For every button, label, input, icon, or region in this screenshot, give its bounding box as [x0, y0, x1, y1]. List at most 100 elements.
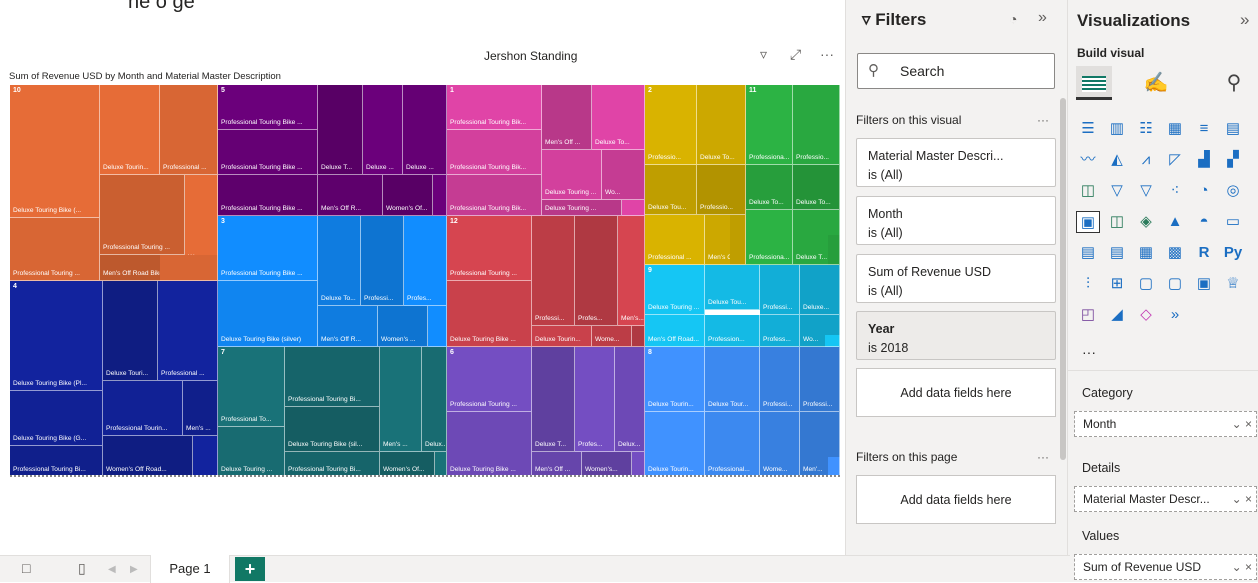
filter-card-year[interactable]: Year is 2018 — [856, 311, 1056, 360]
treemap-tile[interactable]: Deluxe Tourin... — [645, 412, 705, 475]
treemap-tile[interactable]: Deluxe Touring ... — [645, 265, 705, 315]
python-icon[interactable]: Py — [1221, 242, 1245, 264]
focus-mode-icon[interactable]: ⤢ — [790, 46, 801, 63]
treemap-tile[interactable]: Deluxe Tour... — [705, 347, 760, 412]
100-bar-icon[interactable]: ≡ — [1192, 118, 1216, 140]
treemap-tile[interactable]: Delux... — [615, 347, 645, 452]
treemap-tile[interactable] — [622, 200, 645, 216]
table-icon[interactable]: ▦ — [1134, 242, 1158, 264]
filter-card-material[interactable]: Material Master Descri... is (All) — [856, 138, 1056, 187]
treemap-tile[interactable]: Professiona... — [746, 210, 793, 265]
treemap-tile[interactable]: Men's Off R... — [318, 175, 383, 216]
treemap-tile[interactable]: Professional ... — [158, 281, 218, 381]
map-icon[interactable]: ◫ — [1076, 180, 1100, 202]
treemap-tile[interactable]: Professio... — [645, 85, 697, 165]
matrix-icon[interactable]: ▩ — [1163, 242, 1187, 264]
treemap-tile[interactable]: Women's... — [582, 452, 632, 475]
treemap-tile[interactable]: Deluxe Touring Bike (... — [10, 85, 100, 218]
build-visual-icon[interactable] — [1076, 66, 1112, 100]
treemap-tile[interactable] — [632, 326, 645, 347]
treemap-tile[interactable] — [433, 175, 447, 216]
key-influencers-icon[interactable]: ⫶ — [1076, 273, 1100, 295]
treemap-chart[interactable]: Deluxe Touring Bike (... Professional Tou… — [10, 85, 840, 477]
line-column-icon[interactable]: ▞ — [1221, 149, 1245, 171]
filter-search-input[interactable]: ⚲ Search — [857, 53, 1055, 89]
filter-card-revenue[interactable]: Sum of Revenue USD is (All) — [856, 254, 1056, 303]
slicer-icon[interactable]: ▤ — [1105, 242, 1129, 264]
goals-icon[interactable]: ♕ — [1221, 273, 1245, 295]
treemap-tile[interactable]: Professional Touring Bike ... — [218, 175, 318, 216]
treemap-tile[interactable]: Deluxe Tourin... — [100, 85, 160, 175]
treemap-tile[interactable]: Professional Touring Bi... — [10, 446, 103, 475]
filled-map-icon[interactable]: ◈ — [1134, 211, 1158, 233]
add-visual-filter-dropzone[interactable]: Add data fields here — [856, 368, 1056, 417]
bar-icon[interactable]: ☰ — [1076, 118, 1100, 140]
more-visuals-icon[interactable]: ··· — [1082, 344, 1096, 360]
treemap-tile[interactable]: Professional ... — [645, 215, 705, 265]
collapse-filters-icon[interactable]: » — [1038, 9, 1047, 27]
treemap-tile[interactable]: Deluxe Touring Bike (Pl... — [10, 281, 103, 391]
filter-icon[interactable]: ▽ — [1134, 180, 1158, 202]
treemap-tile[interactable]: Professional Touring Bike ... — [218, 216, 318, 281]
treemap-tile[interactable]: Men's Off ... — [532, 452, 582, 475]
treemap-tile[interactable]: Women's ... — [378, 306, 428, 347]
treemap-tile[interactable]: Profess... — [760, 315, 800, 347]
treemap-tile[interactable]: Women's Of... — [383, 175, 433, 216]
treemap-tile[interactable] — [193, 436, 218, 475]
stacked-bar-icon[interactable]: ☷ — [1134, 118, 1158, 140]
treemap-tile[interactable]: Women's Of... — [380, 452, 435, 475]
page-tab-1[interactable]: Page 1 — [150, 555, 230, 583]
treemap-tile[interactable]: Profes... — [575, 347, 615, 452]
treemap-tile[interactable]: Professional Touring ... — [100, 175, 185, 255]
treemap-tile[interactable]: Deluxe To... — [697, 85, 746, 165]
treemap-tile[interactable]: Deluxe To... — [793, 165, 840, 210]
treemap-tile[interactable] — [828, 457, 840, 475]
treemap-tile[interactable]: Professional Touring Bi... — [285, 347, 380, 407]
treemap-tile[interactable]: Deluxe Tourin... — [645, 347, 705, 412]
area-icon[interactable]: ◭ — [1105, 149, 1129, 171]
treemap-tile[interactable]: Professional Touring ... — [10, 218, 100, 281]
treemap-tile[interactable]: Professi... — [532, 216, 575, 326]
map-icon[interactable]: ◫ — [1105, 211, 1129, 233]
treemap-tile[interactable]: Wom... — [185, 175, 218, 265]
treemap-tile[interactable]: Professional Touring Bik... — [447, 130, 542, 175]
filter-icon[interactable]: ▿ — [760, 46, 767, 63]
treemap-tile[interactable] — [828, 235, 840, 265]
treemap-tile[interactable]: Deluxe Touring ... — [218, 427, 285, 475]
treemap-tile[interactable]: Profes... — [404, 216, 447, 306]
treemap-tile[interactable]: Deluxe ... — [363, 85, 403, 175]
paginated-icon[interactable]: ▣ — [1192, 273, 1216, 295]
category-well[interactable]: Month ⌄ × — [1074, 411, 1257, 437]
remove-field-icon[interactable]: ⌄ × — [1229, 555, 1252, 579]
add-page-button[interactable]: + — [235, 557, 265, 581]
treemap-tile[interactable]: Professi... — [760, 347, 800, 412]
treemap-tile[interactable]: Deluxe To... — [318, 216, 361, 306]
treemap-tile[interactable]: Professional Touring Bi... — [285, 452, 380, 475]
scatter-icon[interactable]: ⁖ — [1163, 180, 1187, 202]
treemap-tile[interactable] — [730, 215, 746, 265]
line-icon[interactable]: 〰 — [1076, 149, 1100, 171]
card-icon[interactable]: ▭ — [1221, 211, 1245, 233]
treemap-tile[interactable]: Deluxe To... — [592, 85, 645, 150]
treemap-tile[interactable]: Professional ... — [160, 85, 218, 175]
chevron-icon[interactable]: » — [1163, 304, 1187, 326]
filters-scrollbar[interactable] — [1060, 98, 1066, 460]
treemap-tile[interactable]: Men's Off ... — [542, 85, 592, 150]
azure-map-icon[interactable]: ▲ — [1163, 211, 1187, 233]
more-options-icon[interactable]: ··· — [1037, 113, 1049, 127]
analytics-icon[interactable]: ⚲ — [1216, 66, 1252, 100]
stacked-area-icon[interactable]: ⩘ — [1134, 149, 1158, 171]
pie-icon[interactable]: ◔ — [1192, 180, 1216, 202]
waterfall-icon[interactable]: ▟ — [1192, 149, 1216, 171]
treemap-tile[interactable] — [435, 452, 447, 475]
treemap-tile[interactable]: Deluxe Touring Bike (G... — [10, 391, 103, 446]
treemap-tile[interactable]: Wome... — [760, 412, 800, 475]
treemap-tile[interactable]: Deluxe Touri... — [103, 281, 158, 381]
decomposition-icon[interactable]: ⊞ — [1105, 273, 1129, 295]
prev-page-icon[interactable]: ◀ — [108, 564, 116, 575]
more-options-icon[interactable]: ··· — [820, 46, 834, 62]
treemap-tile[interactable]: Profes... — [575, 216, 618, 326]
power-apps-icon[interactable]: ◰ — [1076, 304, 1100, 326]
treemap-tile[interactable]: Professi... — [760, 265, 800, 315]
treemap-tile[interactable]: Professional Touring ... — [447, 347, 532, 412]
